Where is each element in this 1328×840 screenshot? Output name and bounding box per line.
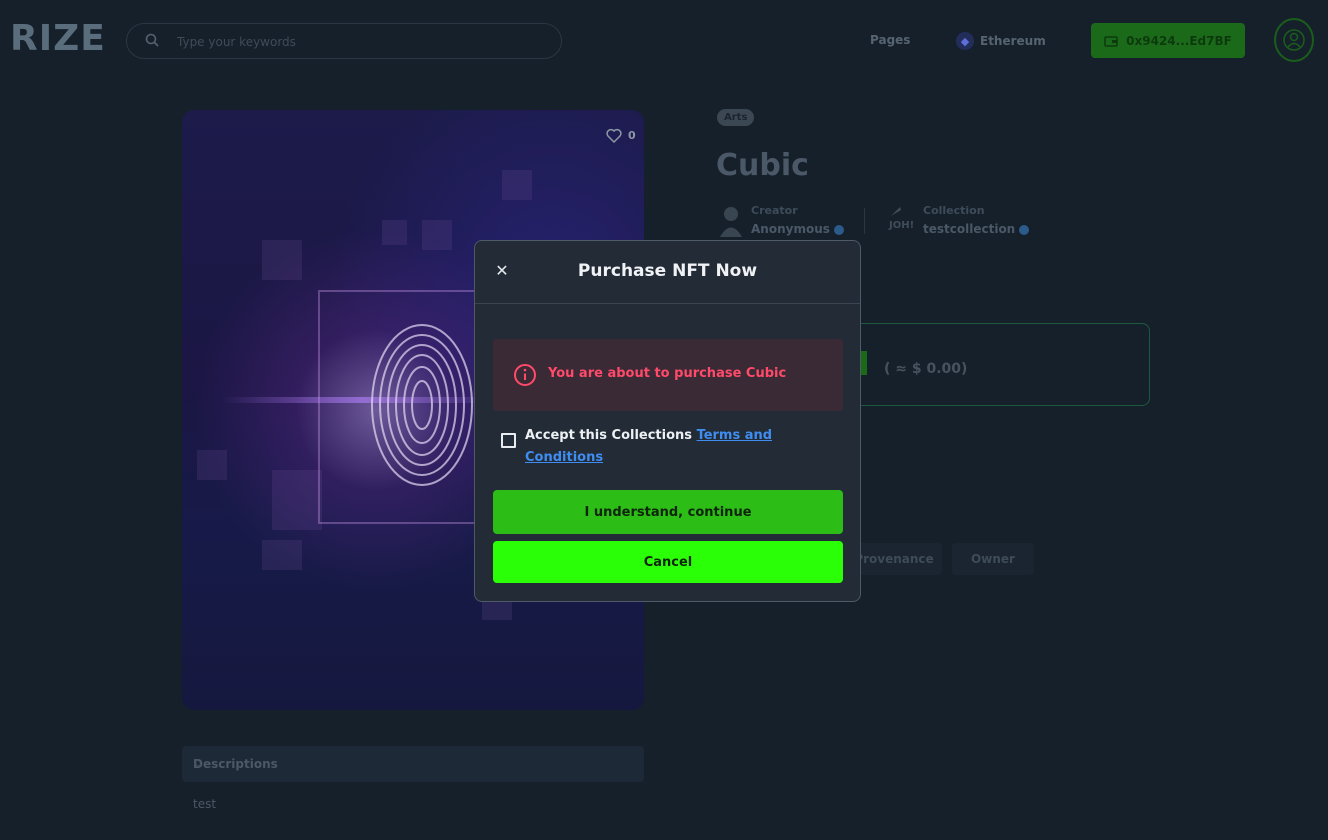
verified-icon xyxy=(1019,224,1030,235)
purchase-modal: Purchase NFT Now ✕ You are about to purc… xyxy=(474,240,861,602)
info-icon xyxy=(514,364,536,386)
creator-name[interactable]: Anonymous xyxy=(751,222,844,236)
ethereum-icon: ◆ xyxy=(956,32,974,50)
conditions-link[interactable]: Conditions xyxy=(525,450,603,465)
warning-alert: You are about to purchase Cubic xyxy=(493,339,843,411)
nft-title: Cubic xyxy=(716,148,809,183)
description-text: test xyxy=(193,797,217,811)
wallet-button[interactable]: 0x9424...Ed7BF xyxy=(1091,23,1245,58)
collection-avatar: JOH! xyxy=(889,205,917,235)
search-icon xyxy=(145,33,159,47)
terms-link[interactable]: Terms and xyxy=(697,428,773,443)
collection-avatar-text: JOH! xyxy=(889,220,915,231)
continue-button[interactable]: I understand, continue xyxy=(493,490,843,534)
warning-text: You are about to purchase Cubic xyxy=(548,366,787,381)
tab-owner[interactable]: Owner xyxy=(952,543,1034,575)
cancel-button[interactable]: Cancel xyxy=(493,541,843,583)
profile-avatar-button[interactable] xyxy=(1274,18,1314,62)
price-accent xyxy=(861,351,867,375)
network-selector[interactable]: ◆ Ethereum xyxy=(956,30,1046,52)
like-count: 0 xyxy=(628,129,636,142)
collection-name[interactable]: testcollection xyxy=(923,222,1030,236)
fingerprint-icon xyxy=(371,324,473,486)
search-bar[interactable] xyxy=(126,23,562,59)
modal-title: Purchase NFT Now xyxy=(577,261,758,281)
terms-checkbox[interactable] xyxy=(501,433,516,448)
modal-header: Purchase NFT Now ✕ xyxy=(475,241,860,304)
wallet-address: 0x9424...Ed7BF xyxy=(1126,33,1232,48)
user-icon xyxy=(1283,29,1305,51)
wallet-icon xyxy=(1104,35,1118,47)
nav-pages[interactable]: Pages xyxy=(870,33,910,47)
category-tag[interactable]: Arts xyxy=(717,109,755,126)
divider xyxy=(864,208,865,234)
nft-detail-page: RIZE Pages ◆ Ethereum 0x9424...Ed7BF xyxy=(0,0,1328,840)
feather-icon xyxy=(891,207,901,216)
like-button[interactable]: 0 xyxy=(606,128,636,143)
price-usd: ( ≈ $ 0.00) xyxy=(884,361,968,377)
creator-avatar-icon xyxy=(720,207,742,237)
creator-label: Creator xyxy=(751,204,798,217)
terms-text: Accept this Collections Terms and Conditi… xyxy=(525,428,773,465)
close-icon[interactable]: ✕ xyxy=(492,261,512,281)
rize-logo[interactable]: RIZE xyxy=(10,18,105,62)
search-input[interactable] xyxy=(175,30,539,54)
network-label: Ethereum xyxy=(980,34,1046,48)
collection-label: Collection xyxy=(923,204,985,217)
heart-icon xyxy=(606,128,622,143)
verified-icon xyxy=(833,224,844,235)
chevron-down-icon: ⌄ xyxy=(193,756,204,770)
descriptions-accordion[interactable]: Descriptions ⌄ xyxy=(182,746,644,782)
